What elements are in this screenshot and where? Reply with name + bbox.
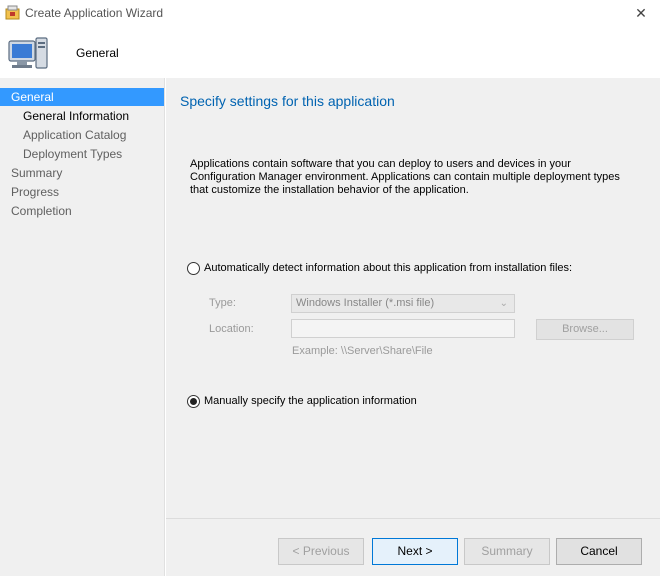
window-title: Create Application Wizard	[25, 6, 164, 20]
manual-specify-label[interactable]: Manually specify the application informa…	[204, 395, 417, 407]
nav-item-deployment-types[interactable]: Deployment Types	[23, 145, 122, 163]
nav-item-summary[interactable]: Summary	[11, 164, 62, 182]
type-select[interactable]: Windows Installer (*.msi file) ⌄	[291, 294, 515, 313]
auto-detect-label[interactable]: Automatically detect information about t…	[204, 262, 572, 274]
location-label: Location:	[209, 323, 254, 335]
type-select-value: Windows Installer (*.msi file)	[296, 297, 435, 309]
page-title: Specify settings for this application	[180, 93, 395, 109]
close-icon: ✕	[635, 5, 647, 21]
previous-button[interactable]: < Previous	[278, 538, 364, 565]
close-button[interactable]: ✕	[630, 4, 652, 22]
app-wizard-icon	[5, 5, 20, 20]
cancel-button[interactable]: Cancel	[556, 538, 642, 565]
wizard-footer: < Previous Next > Summary Cancel	[166, 518, 660, 576]
nav-item-completion[interactable]: Completion	[11, 202, 72, 220]
browse-button[interactable]: Browse...	[536, 319, 634, 340]
location-input[interactable]	[291, 319, 515, 338]
nav-item-general[interactable]: General	[0, 88, 164, 106]
wizard-nav: General General Information Application …	[0, 78, 165, 576]
wizard-content: Specify settings for this application Ap…	[166, 78, 660, 518]
page-description: Applications contain software that you c…	[190, 158, 620, 196]
summary-button[interactable]: Summary	[464, 538, 550, 565]
chevron-down-icon: ⌄	[499, 298, 508, 309]
nav-item-progress[interactable]: Progress	[11, 183, 59, 201]
wizard-header: General	[0, 26, 660, 78]
title-bar: Create Application Wizard ✕	[0, 0, 660, 26]
type-label: Type:	[209, 297, 236, 309]
radio-selected-dot	[190, 398, 197, 405]
nav-item-general-information[interactable]: General Information	[23, 107, 129, 125]
next-button[interactable]: Next >	[372, 538, 458, 565]
header-title: General	[76, 46, 119, 60]
manual-specify-radio[interactable]	[187, 395, 200, 408]
auto-detect-radio[interactable]	[187, 262, 200, 275]
location-example: Example: \\Server\Share\File	[292, 345, 433, 357]
nav-item-application-catalog[interactable]: Application Catalog	[23, 126, 126, 144]
computer-icon	[8, 37, 48, 69]
